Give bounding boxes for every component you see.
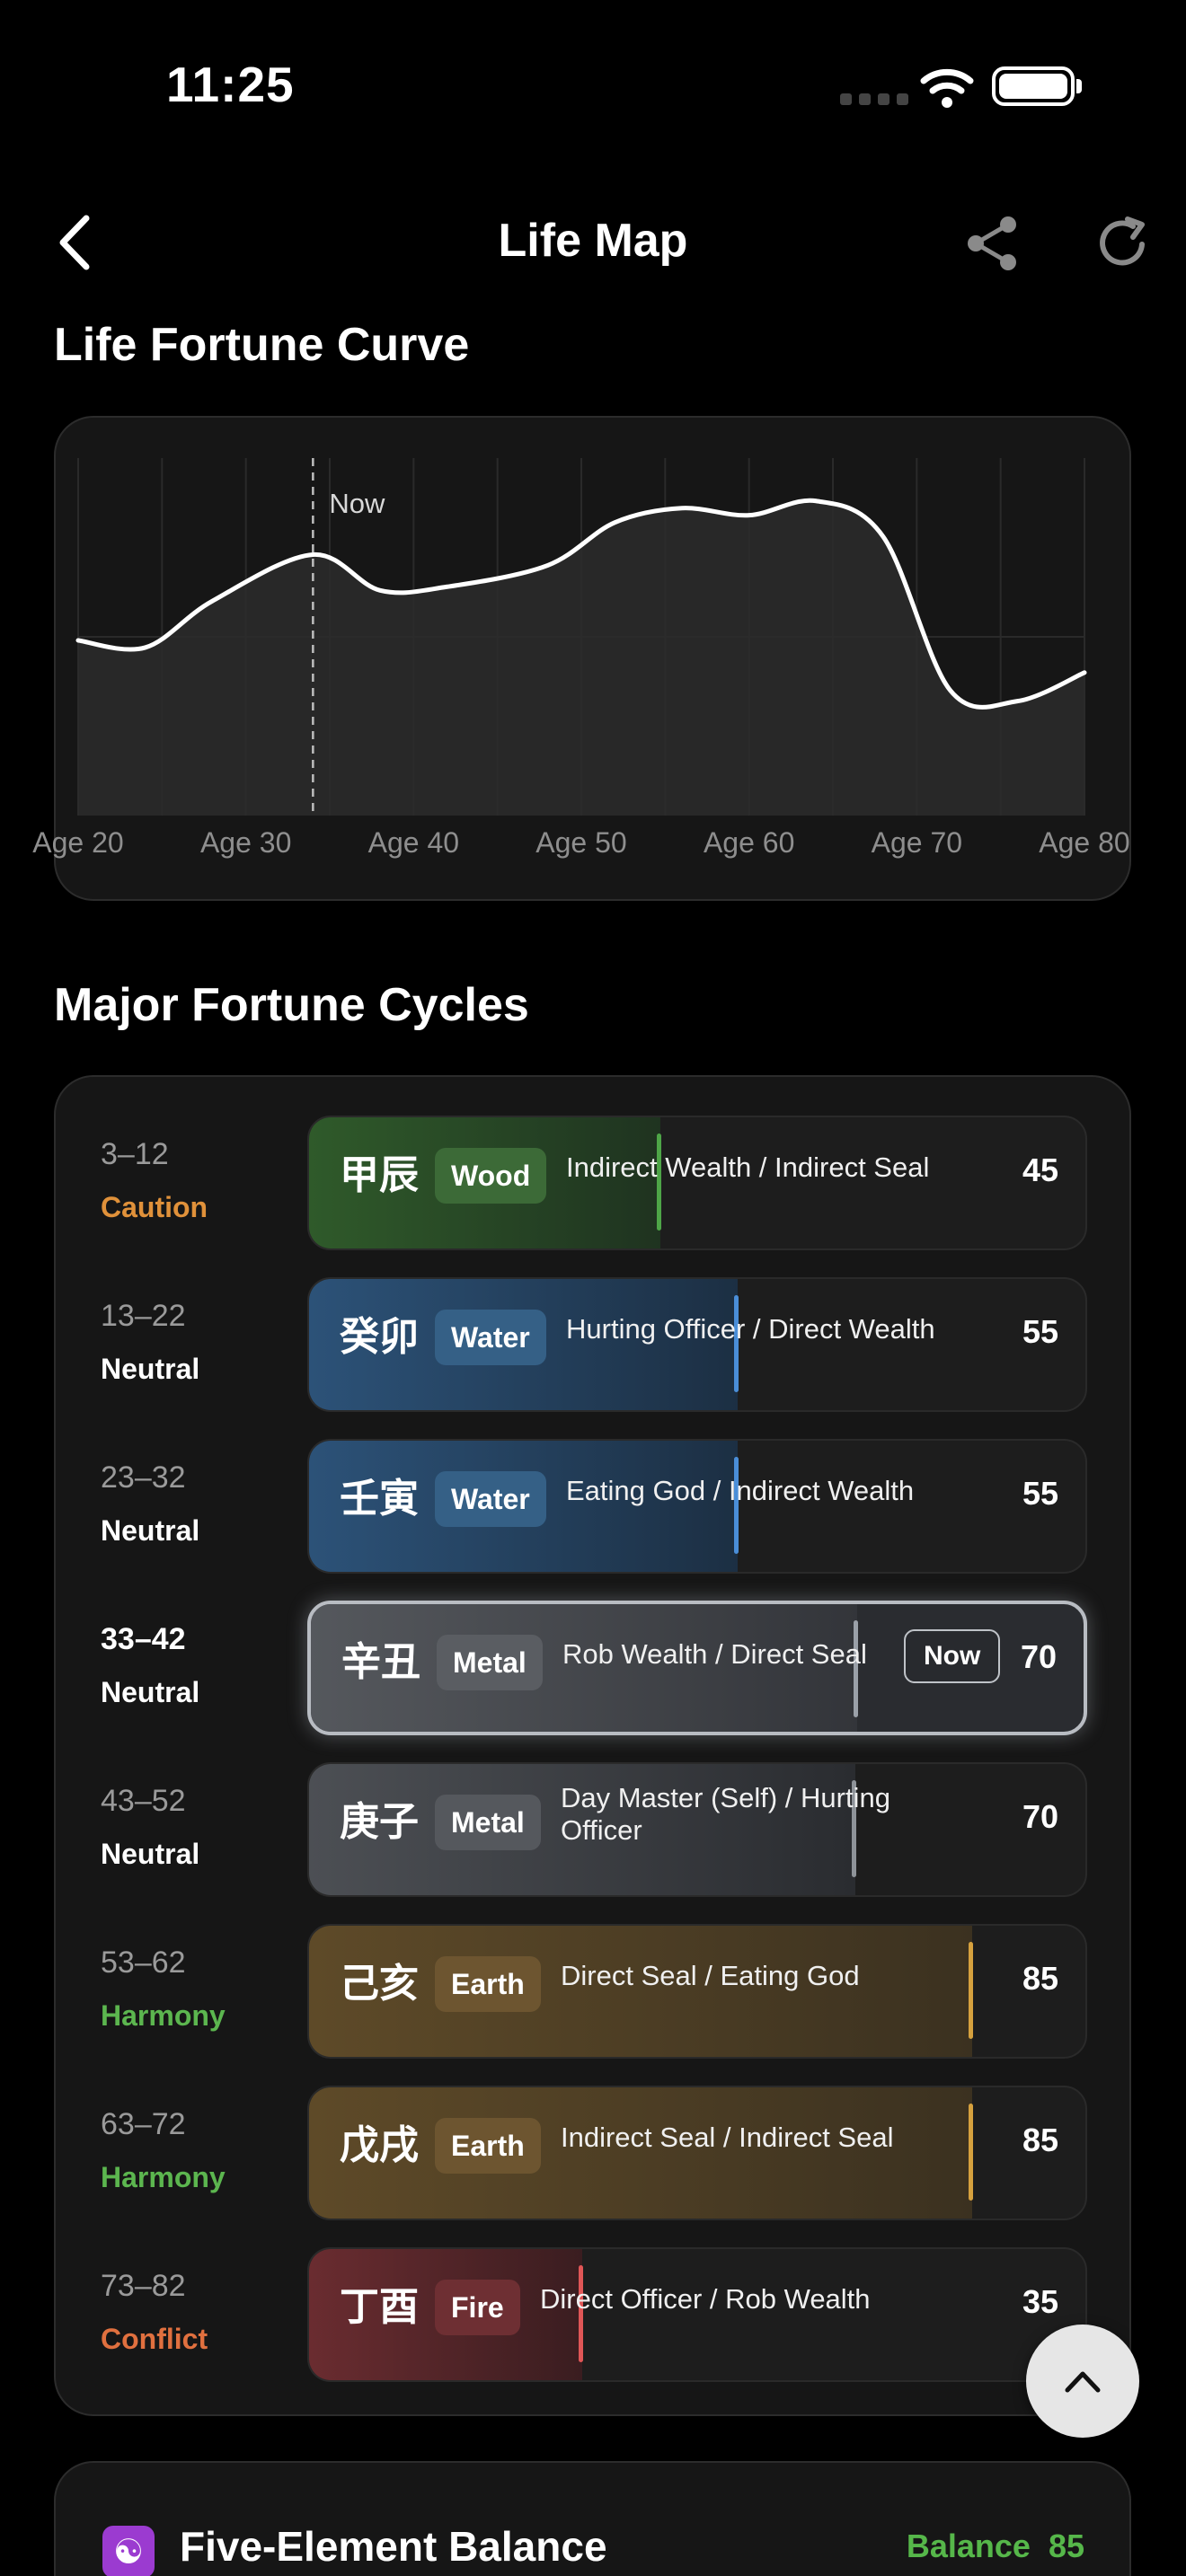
cycle-score: 85 (1022, 1960, 1058, 1997)
cycle-stem-branch: 庚子 (340, 1799, 419, 1845)
fortune-cycles-card: 3–12 Caution 甲辰 Wood Indirect Wealth / Indir… (54, 1075, 1131, 2416)
cycle-stem-branch: 己亥 (340, 1961, 419, 2007)
cycle-verdict: Neutral (101, 1514, 200, 1547)
balance-value: 85 (1048, 2527, 1084, 2564)
cycle-verdict: Neutral (101, 1676, 200, 1708)
cycle-score-marker (968, 1942, 973, 2039)
refresh-icon[interactable] (1092, 212, 1155, 275)
cycle-description: Hurting Officer / Direct Wealth (566, 1313, 935, 1345)
cellular-signal-icon (840, 93, 908, 105)
balance-label: Balance (906, 2527, 1031, 2564)
cycle-description: Day Master (Self) / Hurting Officer (561, 1782, 890, 1846)
cycle-bar[interactable]: 己亥 Earth Direct Seal / Eating God 85 (307, 1924, 1087, 2059)
cycle-verdict: Conflict (101, 2323, 208, 2355)
cycle-stem-branch: 辛丑 (341, 1639, 420, 1685)
fortune-cycle-row: 33–42 Neutral 辛丑 Metal Rob Wealth / Direct S… (56, 1601, 1133, 1735)
five-element-balance-card[interactable]: ☯ Five-Element Balance Balance 85 (54, 2461, 1131, 2576)
fortune-cycle-row: 3–12 Caution 甲辰 Wood Indirect Wealth / Indir… (56, 1116, 1133, 1250)
cycle-bar[interactable]: 戊戌 Earth Indirect Seal / Indirect Seal 85 (307, 2086, 1087, 2220)
cycle-age-range: 23–32 (101, 1460, 186, 1495)
cycle-stem-branch: 丁酉 (340, 2284, 419, 2330)
battery-icon (992, 66, 1075, 106)
cycle-description: Direct Seal / Eating God (561, 1960, 860, 1991)
cycle-score: 55 (1022, 1313, 1058, 1350)
cycle-verdict: Harmony (101, 1999, 226, 2032)
cycle-age-range: 53–62 (101, 1945, 186, 1980)
cycle-verdict: Neutral (101, 1838, 200, 1870)
yin-yang-icon: ☯ (102, 2526, 155, 2576)
cycle-score: 70 (1020, 1638, 1057, 1675)
cycle-element-tag: Earth (435, 1956, 541, 2012)
fortune-curve-card (54, 416, 1131, 901)
cycle-stem-branch: 甲辰 (340, 1152, 419, 1198)
fortune-cycle-row: 53–62 Harmony 己亥 Earth Direct Seal / Eating … (56, 1924, 1133, 2059)
cycle-bar[interactable]: 庚子 Metal Day Master (Self) / Hurting Offic… (307, 1762, 1087, 1897)
cycle-description: Eating God / Indirect Wealth (566, 1475, 915, 1506)
cycle-verdict: Caution (101, 1191, 208, 1223)
cycle-element-tag: Water (435, 1310, 546, 1365)
fortune-cycle-row: 73–82 Conflict 丁酉 Fire Direct Officer / Rob … (56, 2247, 1133, 2382)
chevron-up-icon (1065, 2371, 1101, 2393)
balance-title: Five-Element Balance (180, 2523, 607, 2570)
cycle-stem-branch: 壬寅 (340, 1476, 419, 1522)
now-badge: Now (904, 1629, 1001, 1683)
battery-cap (1076, 79, 1082, 93)
fortune-cycles-title: Major Fortune Cycles (54, 979, 529, 1031)
cycle-score-marker (968, 2104, 973, 2201)
share-icon[interactable] (961, 212, 1024, 275)
fortune-cycle-row: 23–32 Neutral 壬寅 Water Eating God / Indirect… (56, 1439, 1133, 1574)
status-bar: 11:25 (0, 0, 1186, 171)
cycle-bar[interactable]: 壬寅 Water Eating God / Indirect Wealth 55 (307, 1439, 1087, 1574)
cycle-age-range: 63–72 (101, 2107, 186, 2141)
cycle-score: 85 (1022, 2122, 1058, 2158)
cycle-element-tag: Wood (435, 1148, 547, 1204)
cycle-verdict: Neutral (101, 1353, 200, 1385)
cycle-description: Indirect Wealth / Indirect Seal (566, 1151, 930, 1183)
cycle-age-range: 33–42 (101, 1622, 186, 1656)
cycle-score: 70 (1022, 1798, 1058, 1835)
cycle-verdict: Harmony (101, 2161, 226, 2193)
balance-score: Balance 85 (907, 2527, 1084, 2565)
fortune-cycle-row: 43–52 Neutral 庚子 Metal Day Master (Self) / H… (56, 1762, 1133, 1897)
fortune-cycle-row: 63–72 Harmony 戊戌 Earth Indirect Seal / Indir… (56, 2086, 1133, 2220)
cycle-score: 55 (1022, 1475, 1058, 1512)
cycle-stem-branch: 戊戌 (340, 2122, 419, 2168)
cycle-age-range: 3–12 (101, 1137, 169, 1171)
cycle-age-range: 73–82 (101, 2269, 186, 2303)
cycle-score: 45 (1022, 1151, 1058, 1188)
cycle-description: Direct Officer / Rob Wealth (540, 2283, 871, 2315)
cycle-bar[interactable]: 辛丑 Metal Rob Wealth / Direct Seal Now 70 (307, 1601, 1087, 1735)
cycle-age-range: 13–22 (101, 1299, 186, 1333)
cycle-stem-branch: 癸卯 (340, 1314, 419, 1360)
cycle-bar[interactable]: 丁酉 Fire Direct Officer / Rob Wealth 35 (307, 2247, 1087, 2382)
cycle-description: Indirect Seal / Indirect Seal (561, 2122, 894, 2153)
cycle-element-tag: Metal (437, 1635, 543, 1690)
cycle-element-tag: Water (435, 1471, 546, 1527)
cycle-score: 35 (1022, 2283, 1058, 2320)
scroll-to-top-button[interactable] (1026, 2325, 1139, 2438)
cycle-element-tag: Metal (435, 1795, 541, 1850)
cycle-element-tag: Fire (435, 2280, 520, 2335)
cycle-bar[interactable]: 癸卯 Water Hurting Officer / Direct Wealth 55 (307, 1277, 1087, 1412)
cycle-element-tag: Earth (435, 2118, 541, 2174)
fortune-curve-title: Life Fortune Curve (54, 319, 470, 371)
cycle-age-range: 43–52 (101, 1784, 186, 1818)
fortune-cycle-row: 13–22 Neutral 癸卯 Water Hurting Officer / Dir… (56, 1277, 1133, 1412)
wifi-icon (920, 68, 974, 108)
cycle-bar[interactable]: 甲辰 Wood Indirect Wealth / Indirect Seal 45 (307, 1116, 1087, 1250)
cycle-description: Rob Wealth / Direct Seal (562, 1638, 867, 1670)
status-time: 11:25 (166, 57, 295, 112)
